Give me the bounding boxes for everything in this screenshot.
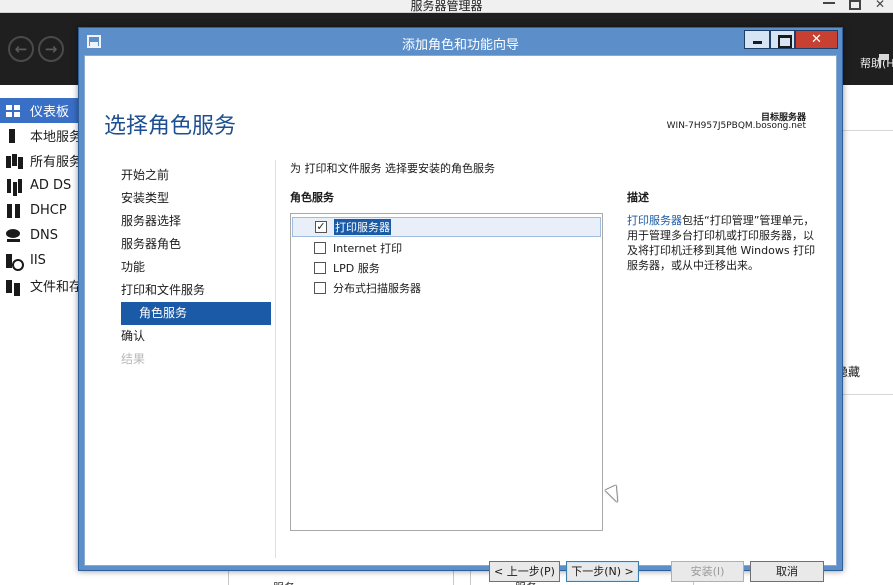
local-server-icon	[6, 128, 22, 143]
notifications-flag-icon[interactable]	[879, 54, 889, 67]
back-arrow-icon[interactable]: ←	[8, 36, 34, 62]
role-services-list[interactable]: ✓ 打印服务器 Internet 打印 LPD 服务 分布式扫描服务器	[290, 213, 603, 531]
dns-icon	[6, 228, 22, 243]
step-role-services[interactable]: 角色服务	[121, 302, 271, 325]
tile-label: 服务	[273, 579, 295, 585]
minimize-icon[interactable]	[823, 0, 835, 4]
all-servers-icon	[6, 154, 22, 168]
distributed-scan-checkbox[interactable]	[314, 282, 326, 294]
list-item-distributed-scan-server[interactable]: 分布式扫描服务器	[292, 278, 601, 298]
role-label: Internet 打印	[333, 242, 403, 255]
previous-button[interactable]: < 上一步(P)	[489, 561, 560, 582]
close-icon[interactable]: ✕	[875, 0, 887, 10]
iis-icon	[6, 253, 24, 271]
list-item-print-server[interactable]: ✓ 打印服务器	[292, 217, 601, 237]
step-server-selection[interactable]: 服务器选择	[121, 210, 271, 233]
sidebar-item-label: 所有服务	[30, 155, 80, 170]
sidebar-item-dhcp[interactable]: DHCP	[0, 198, 80, 223]
dashboard-icon	[6, 104, 22, 118]
internet-printing-checkbox[interactable]	[314, 242, 326, 254]
add-roles-wizard-window: 添加角色和功能向导 ✕ 选择角色服务 目标服务器 WIN-7H957J5PBQM…	[78, 27, 843, 582]
sidebar-item-label: 本地服务	[30, 130, 80, 145]
step-server-roles[interactable]: 服务器角色	[121, 233, 271, 256]
sidebar-item-all-servers[interactable]: 所有服务	[0, 148, 80, 173]
server-manager-window-controls: ✕	[823, 0, 887, 12]
sidebar-item-dns[interactable]: DNS	[0, 223, 80, 248]
sidebar-item-label: DHCP	[30, 203, 67, 218]
maximize-icon[interactable]	[849, 0, 861, 10]
sidebar-item-iis[interactable]: IIS	[0, 248, 80, 273]
print-server-checkbox[interactable]: ✓	[315, 221, 327, 233]
sidebar-item-local-server[interactable]: 本地服务	[0, 123, 80, 148]
description-header: 描述	[627, 191, 649, 204]
server-manager-sidebar: 仪表板 本地服务 所有服务 AD DS DHCP DNS IIS 文件和存	[0, 85, 80, 585]
sidebar-item-file-storage[interactable]: 文件和存	[0, 273, 80, 298]
next-button[interactable]: 下一步(N) >	[566, 561, 639, 582]
description-text: 打印服务器包括“打印管理”管理单元，用于管理多台打印机或打印服务器，以及将打印机…	[627, 213, 817, 273]
sidebar-item-label: 文件和存	[30, 280, 80, 295]
wizard-titlebar[interactable]: 添加角色和功能向导 ✕	[79, 28, 842, 55]
server-manager-titlebar: 服务器管理器 ✕	[0, 0, 893, 13]
role-label: LPD 服务	[333, 262, 380, 275]
server-manager-title: 服务器管理器	[410, 0, 483, 13]
background-tile-panel	[835, 130, 893, 395]
list-item-lpd-service[interactable]: LPD 服务	[292, 258, 601, 278]
cancel-button[interactable]: 取消	[750, 561, 824, 582]
step-installation-type[interactable]: 安装类型	[121, 187, 271, 210]
wizard-title: 添加角色和功能向导	[401, 38, 519, 53]
instruction-text: 为 打印和文件服务 选择要安装的角色服务	[290, 162, 495, 175]
minimize-button[interactable]	[744, 30, 770, 49]
sidebar-item-label: IIS	[30, 253, 46, 268]
sidebar-item-label: 仪表板	[30, 105, 70, 120]
close-icon: ✕	[811, 32, 822, 47]
close-button[interactable]: ✕	[795, 30, 838, 49]
lpd-service-checkbox[interactable]	[314, 262, 326, 274]
step-before-you-begin[interactable]: 开始之前	[121, 164, 271, 187]
steps-divider	[275, 160, 276, 558]
step-confirmation[interactable]: 确认	[121, 325, 271, 348]
step-results: 结果	[121, 352, 146, 366]
sidebar-item-label: DNS	[30, 228, 58, 243]
destination-server-name: WIN-7H957J5PBQM.bosong.net	[666, 121, 806, 131]
file-storage-icon	[6, 279, 22, 293]
sidebar-item-ad-ds[interactable]: AD DS	[0, 173, 80, 198]
description-link[interactable]: 打印服务器	[627, 214, 682, 227]
page-title: 选择角色服务	[104, 114, 237, 139]
sidebar-item-dashboard[interactable]: 仪表板	[0, 98, 80, 123]
forward-arrow-icon[interactable]: →	[38, 36, 64, 62]
checkmark-icon: ✓	[316, 220, 326, 233]
role-services-header: 角色服务	[290, 191, 334, 204]
sidebar-item-label: AD DS	[30, 178, 72, 193]
step-print-file-services[interactable]: 打印和文件服务	[121, 279, 271, 302]
ad-ds-icon	[6, 178, 22, 193]
wizard-content: 选择角色服务 目标服务器 WIN-7H957J5PBQM.bosong.net …	[84, 55, 837, 582]
install-button: 安装(I)	[671, 561, 744, 582]
maximize-button[interactable]	[770, 30, 795, 49]
list-item-internet-printing[interactable]: Internet 打印	[292, 238, 601, 258]
step-features[interactable]: 功能	[121, 256, 271, 279]
dhcp-icon	[6, 203, 22, 218]
role-label: 打印服务器	[334, 219, 391, 235]
role-label: 分布式扫描服务器	[333, 282, 421, 295]
